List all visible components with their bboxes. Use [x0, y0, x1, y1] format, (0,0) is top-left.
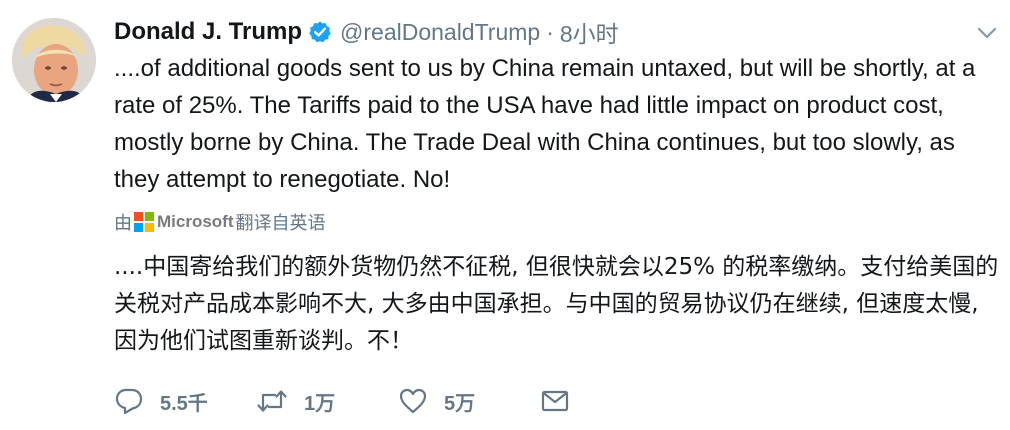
- like-button[interactable]: 5万: [398, 386, 540, 416]
- translated-text: ....中国寄给我们的额外货物仍然不征税, 但很快就会以25% 的税率缴纳。支付…: [114, 254, 999, 354]
- reply-icon: [114, 386, 144, 416]
- chevron-down-icon[interactable]: [976, 22, 998, 44]
- direct-message-button[interactable]: [540, 386, 570, 416]
- timestamp[interactable]: 8小时: [560, 15, 619, 49]
- tweet-header: Donald J. Trump @realDonaldTrump · 8小时: [114, 14, 970, 50]
- translation-suffix: 翻译自英语: [235, 213, 326, 234]
- user-handle[interactable]: @realDonaldTrump: [340, 19, 540, 46]
- tweet-card: Donald J. Trump @realDonaldTrump · 8小时 .…: [0, 0, 1010, 430]
- avatar-image: [12, 18, 96, 102]
- avatar[interactable]: [12, 18, 96, 102]
- display-name[interactable]: Donald J. Trump: [114, 18, 302, 46]
- microsoft-logo-icon: [134, 212, 154, 232]
- tweet-text: ....of additional goods sent to us by Ch…: [114, 55, 976, 193]
- translation-provider: Microsoft: [157, 212, 234, 231]
- envelope-icon: [540, 386, 570, 416]
- separator-dot: ·: [546, 18, 554, 45]
- translation-attribution: 由 Microsoft 翻译自英语: [114, 208, 326, 236]
- retweet-button[interactable]: 1万: [256, 386, 398, 416]
- verified-badge-icon: [308, 20, 332, 44]
- tweet-actions: 5.5千 1万 5万: [114, 384, 570, 418]
- reply-count: 5.5千: [160, 392, 208, 415]
- retweet-count: 1万: [304, 392, 336, 415]
- retweet-icon: [256, 386, 288, 416]
- translation-prefix: 由: [114, 213, 132, 234]
- like-count: 5万: [444, 392, 476, 415]
- heart-icon: [398, 386, 428, 416]
- reply-button[interactable]: 5.5千: [114, 386, 256, 416]
